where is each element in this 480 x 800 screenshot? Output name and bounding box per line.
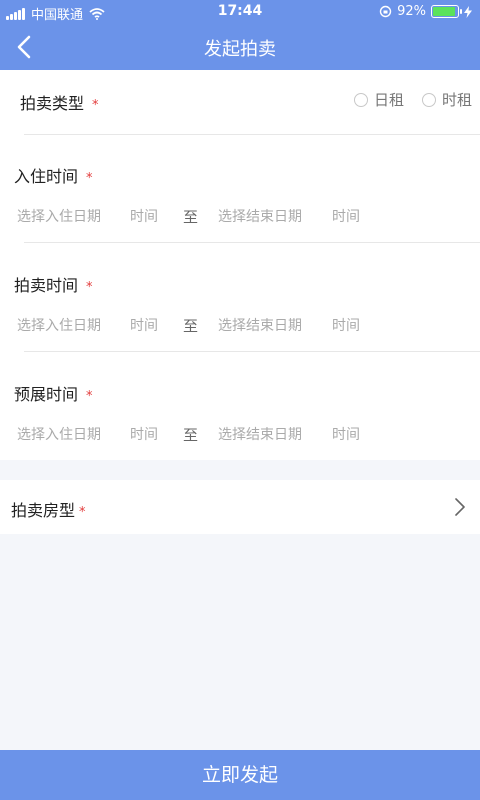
nav-bar: 发起拍卖	[0, 24, 480, 70]
preview-start-time-field[interactable]: 时间	[130, 424, 158, 444]
divider	[24, 242, 480, 243]
radio-hourly-label: 时租	[441, 91, 472, 109]
required-mark: *	[86, 280, 93, 295]
checkin-time-text: 入住时间	[14, 167, 79, 186]
range-separator: 至	[183, 426, 199, 444]
checkin-end-time-field[interactable]: 时间	[332, 206, 360, 226]
auction-start-date-field[interactable]: 选择入住日期	[17, 315, 101, 335]
range-separator: 至	[183, 317, 199, 335]
divider	[24, 134, 480, 135]
room-type-text: 拍卖房型	[11, 501, 76, 520]
preview-time-text: 预展时间	[14, 385, 79, 404]
auction-end-date-field[interactable]: 选择结束日期	[218, 315, 302, 335]
room-type-row[interactable]: 拍卖房型 *	[0, 480, 480, 534]
required-mark: *	[79, 505, 86, 520]
required-mark: *	[86, 171, 93, 186]
radio-circle-icon[interactable]	[353, 92, 368, 107]
page-title: 发起拍卖	[204, 39, 276, 60]
auction-type-radio-group: 日租 时租	[353, 89, 472, 110]
checkin-end-date-field[interactable]: 选择结束日期	[218, 206, 302, 226]
auction-type-text: 拍卖类型	[20, 94, 85, 113]
rotation-lock-icon	[379, 5, 392, 18]
preview-end-date-field[interactable]: 选择结束日期	[218, 424, 302, 444]
battery-fill	[433, 7, 456, 16]
preview-start-date-field[interactable]: 选择入住日期	[17, 424, 101, 444]
room-type-label: 拍卖房型 *	[11, 497, 86, 521]
auction-type-label: 拍卖类型 *	[20, 90, 99, 114]
required-mark: *	[86, 389, 93, 404]
status-bar: 中国联通 17:44 92%	[0, 0, 480, 24]
auction-time-text: 拍卖时间	[14, 276, 79, 295]
radio-daily[interactable]: 日租	[353, 89, 404, 110]
preview-time-label: 预展时间 *	[14, 381, 93, 405]
divider	[24, 351, 480, 352]
radio-hourly[interactable]: 时租	[421, 89, 472, 110]
status-right: 92%	[379, 4, 472, 19]
radio-circle-icon[interactable]	[421, 92, 436, 107]
range-separator: 至	[183, 208, 199, 226]
preview-end-time-field[interactable]: 时间	[332, 424, 360, 444]
checkin-start-date-field[interactable]: 选择入住日期	[17, 206, 101, 226]
checkin-start-time-field[interactable]: 时间	[130, 206, 158, 226]
chevron-right-icon[interactable]	[454, 497, 466, 517]
auction-end-time-field[interactable]: 时间	[332, 315, 360, 335]
required-mark: *	[92, 98, 99, 113]
form-card: 拍卖类型 * 日租 时租 入住时间 * 选择入住日期 时间 至 选择结束日期 时间 …	[0, 70, 480, 460]
submit-button[interactable]: 立即发起	[0, 750, 480, 800]
auction-start-time-field[interactable]: 时间	[130, 315, 158, 335]
battery-icon	[431, 5, 462, 18]
charging-icon	[464, 5, 472, 18]
battery-percent: 92%	[397, 4, 426, 19]
checkin-time-label: 入住时间 *	[14, 163, 93, 187]
radio-daily-label: 日租	[373, 91, 404, 109]
auction-time-label: 拍卖时间 *	[14, 272, 93, 296]
